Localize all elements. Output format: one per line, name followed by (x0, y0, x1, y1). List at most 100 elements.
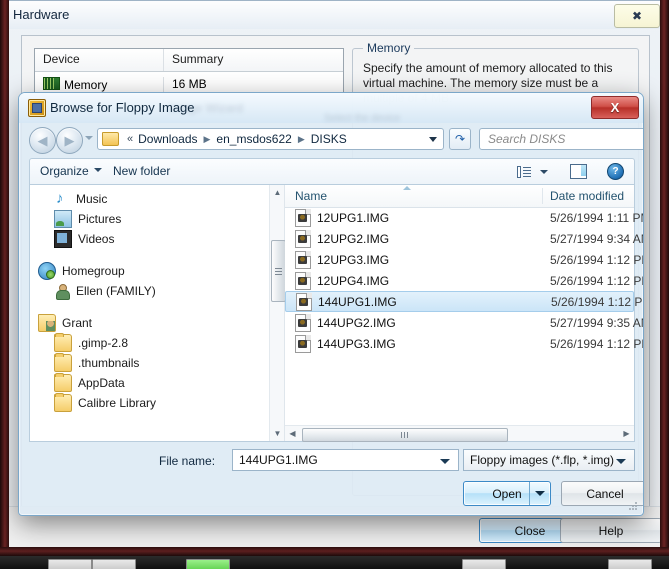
history-dropdown-icon[interactable] (85, 136, 93, 140)
new-folder-button[interactable]: New folder (113, 164, 170, 178)
scrollbar-thumb[interactable] (302, 428, 508, 442)
browse-for-floppy-image-dialog: Browse for Floppy Image Image Wizard Sel… (18, 92, 644, 516)
chevron-down-icon[interactable] (440, 459, 450, 464)
forward-arrow-icon[interactable]: ▶ (56, 127, 83, 154)
scroll-up-icon[interactable]: ▲ (270, 185, 285, 200)
file-date-cell: 5/27/1994 9:35 AM (550, 315, 644, 330)
taskbar[interactable] (0, 556, 669, 569)
refresh-icon[interactable]: ↷ (449, 128, 471, 150)
scroll-right-icon[interactable]: ▶ (619, 426, 634, 441)
breadcrumb-item-en_msdos622[interactable]: en_msdos622 (215, 132, 292, 146)
background-window-close-button[interactable]: ✖ (614, 4, 660, 28)
organize-menu-button[interactable]: Organize (40, 164, 102, 178)
img-file-icon (295, 229, 311, 248)
hardware-summary-cell: 16 MB (172, 77, 207, 91)
address-dropdown-icon[interactable] (429, 137, 437, 142)
column-header-summary[interactable]: Summary (164, 49, 231, 71)
sidebar-item-label: Music (76, 192, 108, 206)
sidebar-item-label: Homegroup (62, 264, 125, 278)
view-dropdown-icon[interactable] (540, 169, 548, 174)
scrollbar-grip (275, 268, 282, 269)
dialog-close-button[interactable]: X (591, 96, 639, 119)
file-name-input[interactable]: 144UPG1.IMG (232, 449, 459, 471)
taskbar-button[interactable] (48, 559, 92, 569)
back-arrow-icon[interactable]: ◀ (29, 127, 56, 154)
sidebar-item-calibre-library[interactable]: Calibre Library (30, 393, 269, 413)
music-icon (54, 190, 70, 207)
table-row-selected[interactable]: 144UPG1.IMG 5/26/1994 1:12 PM (285, 291, 643, 312)
scroll-left-icon[interactable]: ◀ (285, 426, 300, 441)
background-window-title: Hardware (13, 7, 70, 22)
dialog-toolbar: Organize New folder ? (29, 158, 635, 184)
scroll-down-icon[interactable]: ▼ (270, 426, 285, 441)
column-divider[interactable] (542, 188, 543, 204)
organize-label: Organize (40, 164, 89, 178)
homegroup-icon (38, 262, 56, 280)
file-list-rows: 12UPG1.IMG 5/26/1994 1:11 PM 12UPG2.IMG … (285, 207, 643, 424)
chevron-right-icon[interactable]: ▶ (293, 134, 310, 145)
taskbar-button-active[interactable] (186, 559, 230, 569)
screen-edge-right (660, 0, 669, 556)
file-list-horizontal-scrollbar[interactable]: ◀ ▶ (285, 425, 634, 442)
help-icon[interactable]: ? (607, 163, 624, 180)
breadcrumb[interactable]: « Downloads ▶ en_msdos622 ▶ DISKS (97, 128, 444, 150)
sidebar-item-ellen-family[interactable]: Ellen (FAMILY) (30, 281, 269, 301)
file-date-cell: 5/26/1994 1:12 PM (550, 273, 644, 288)
img-file-icon (295, 250, 311, 269)
search-input[interactable]: Search DISKS (479, 128, 643, 150)
resize-grip[interactable] (628, 501, 638, 511)
column-header-device[interactable]: Device (35, 49, 164, 71)
column-header-name[interactable]: Name (295, 189, 327, 203)
sidebar-item-label: Calibre Library (78, 396, 157, 410)
open-dropdown-button[interactable] (529, 482, 550, 505)
breadcrumb-overflow-icon[interactable]: « (123, 133, 137, 145)
sidebar-item-homegroup[interactable]: Homegroup (30, 261, 269, 281)
search-placeholder: Search DISKS (488, 132, 566, 146)
forward-arrow-glyph: ▶ (64, 133, 75, 148)
breadcrumb-item-disks[interactable]: DISKS (310, 132, 348, 146)
sidebar-item-thumbnails[interactable]: .thumbnails (30, 353, 269, 373)
table-row[interactable]: 12UPG4.IMG 5/26/1994 1:12 PM (285, 270, 643, 291)
sidebar-item-gimp[interactable]: .gimp-2.8 (30, 333, 269, 353)
videos-icon (54, 230, 72, 248)
sidebar-item-music[interactable]: Music (30, 189, 269, 209)
view-layout-icon[interactable] (517, 165, 531, 178)
sidebar-item-appdata[interactable]: AppData (30, 373, 269, 393)
file-date-cell: 5/26/1994 1:11 PM (550, 210, 644, 225)
chevron-right-icon[interactable]: ▶ (199, 134, 216, 145)
taskbar-button[interactable] (462, 559, 506, 569)
taskbar-button[interactable] (608, 559, 652, 569)
file-name-cell: 12UPG4.IMG (317, 273, 390, 288)
navigation-pane-scrollbar[interactable]: ▲ ▼ (269, 185, 286, 441)
img-file-icon (295, 208, 311, 227)
sidebar-item-label: AppData (78, 376, 125, 390)
taskbar-button[interactable] (92, 559, 136, 569)
dialog-title: Browse for Floppy Image (50, 100, 195, 115)
chevron-down-icon (535, 491, 545, 496)
screen-edge-left (0, 0, 9, 556)
navigation-pane: Music Pictures Videos Homegroup (30, 185, 286, 441)
table-row[interactable]: 12UPG3.IMG 5/26/1994 1:12 PM (285, 249, 643, 270)
open-button[interactable]: Open (463, 481, 551, 506)
address-box: « Downloads ▶ en_msdos622 ▶ DISKS ↷ Sear… (97, 128, 643, 150)
navigation-group-gap (30, 301, 269, 313)
column-header-date-modified[interactable]: Date modified (550, 189, 624, 203)
table-row[interactable]: 144UPG3.IMG 5/26/1994 1:12 PM (285, 333, 643, 354)
file-name-cell: 144UPG2.IMG (317, 315, 396, 330)
table-row[interactable]: 12UPG2.IMG 5/27/1994 9:34 AM (285, 228, 643, 249)
sidebar-item-videos[interactable]: Videos (30, 229, 269, 249)
help-button[interactable]: Help (560, 518, 662, 543)
preview-pane-icon[interactable] (570, 164, 587, 179)
file-type-select[interactable]: Floppy images (*.flp, *.img) (463, 449, 635, 471)
sidebar-item-grant[interactable]: Grant (30, 313, 269, 333)
sidebar-item-label: Pictures (78, 212, 122, 226)
sidebar-item-label: .gimp-2.8 (78, 336, 129, 350)
table-row[interactable]: 144UPG2.IMG 5/27/1994 9:35 AM (285, 312, 643, 333)
file-name-cell: 12UPG1.IMG (317, 210, 390, 225)
breadcrumb-item-downloads[interactable]: Downloads (137, 132, 198, 146)
chevron-down-icon[interactable] (616, 459, 626, 464)
sidebar-item-pictures[interactable]: Pictures (30, 209, 269, 229)
table-row[interactable]: 12UPG1.IMG 5/26/1994 1:11 PM (285, 207, 643, 228)
scrollbar-thumb[interactable] (271, 240, 286, 302)
dialog-titlebar[interactable]: Browse for Floppy Image Image Wizard Sel… (19, 93, 643, 124)
